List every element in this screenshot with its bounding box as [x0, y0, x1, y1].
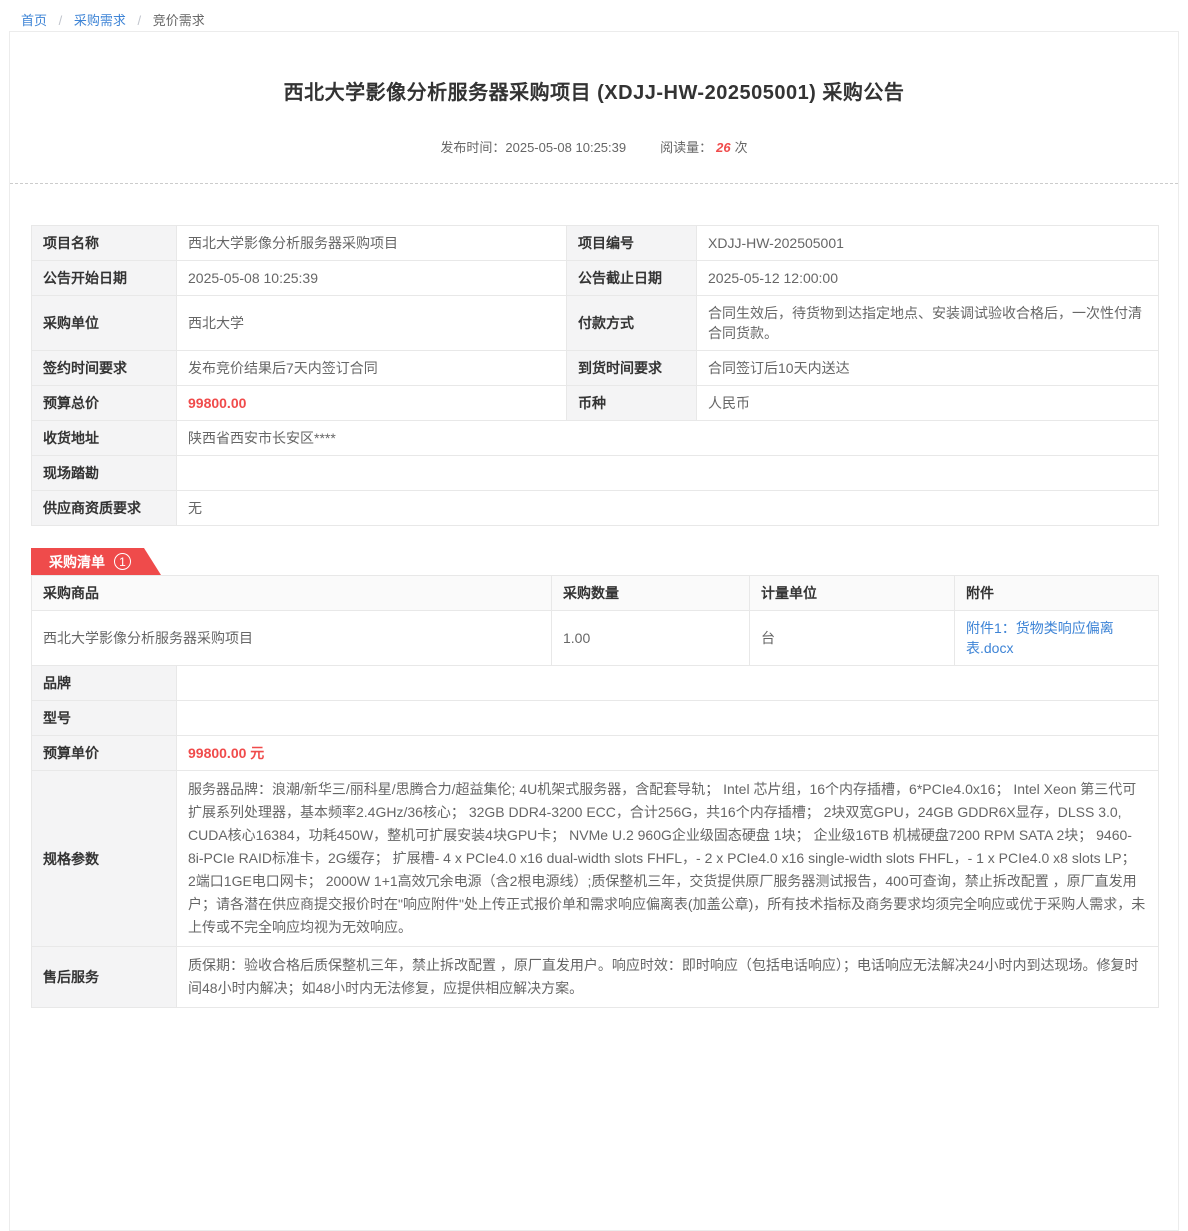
views-count: 26 [716, 140, 730, 155]
budget-total-value: 99800.00 [177, 386, 567, 421]
project-info-table: 项目名称 西北大学影像分析服务器采购项目 项目编号 XDJJ-HW-202505… [31, 225, 1159, 526]
field-label: 公告截止日期 [567, 261, 697, 296]
table-row: 采购单位 西北大学 付款方式 合同生效后，待货物到达指定地点、安装调试验收合格后… [32, 296, 1159, 351]
field-label: 预算单价 [32, 736, 177, 771]
table-row: 收货地址 陕西省西安市长安区**** [32, 421, 1159, 456]
field-label: 收货地址 [32, 421, 177, 456]
breadcrumb-link-home[interactable]: 首页 [21, 13, 47, 28]
announce-end-value: 2025-05-12 12:00:00 [697, 261, 1159, 296]
project-name-value: 西北大学影像分析服务器采购项目 [177, 226, 567, 261]
table-row: 规格参数 服务器品牌：浪潮/新华三/丽科星/思腾合力/超益集伦; 4U机架式服务… [32, 771, 1159, 947]
quantity-cell: 1.00 [552, 611, 750, 666]
attachment-download-link[interactable]: 附件1：货物类响应偏离表.docx [966, 620, 1114, 656]
column-header-product: 采购商品 [32, 576, 552, 611]
breadcrumb-current-page: 竞价需求 [153, 13, 205, 28]
field-label: 付款方式 [567, 296, 697, 351]
specification-value: 服务器品牌：浪潮/新华三/丽科星/思腾合力/超益集伦; 4U机架式服务器，含配套… [177, 771, 1159, 947]
field-label: 签约时间要求 [32, 351, 177, 386]
field-label: 币种 [567, 386, 697, 421]
field-label: 到货时间要求 [567, 351, 697, 386]
field-label: 采购单位 [32, 296, 177, 351]
purchase-list-table: 采购商品 采购数量 计量单位 附件 西北大学影像分析服务器采购项目 1.00 台… [31, 575, 1159, 666]
field-label: 预算总价 [32, 386, 177, 421]
purchase-list-count-badge: 1 [114, 553, 131, 570]
column-header-quantity: 采购数量 [552, 576, 750, 611]
after-sales-value: 质保期：验收合格后质保整机三年，禁止拆改配置 ，原厂直发用户。响应时效：即时响应… [177, 947, 1159, 1008]
attachment-cell: 附件1：货物类响应偏离表.docx [955, 611, 1159, 666]
product-detail-table: 品牌 型号 预算单价 99800.00 元 规格参数 服务器品牌：浪潮/新华三/… [31, 665, 1159, 1008]
views-label: 阅读量： [660, 140, 712, 155]
table-row: 项目名称 西北大学影像分析服务器采购项目 项目编号 XDJJ-HW-202505… [32, 226, 1159, 261]
table-row: 预算总价 99800.00 币种 人民币 [32, 386, 1159, 421]
table-row: 现场踏勘 [32, 456, 1159, 491]
field-label: 公告开始日期 [32, 261, 177, 296]
breadcrumb-separator: / [138, 13, 142, 28]
breadcrumb-link-procurement-demand[interactable]: 采购需求 [74, 13, 126, 28]
table-row: 型号 [32, 701, 1159, 736]
announcement-card: 西北大学影像分析服务器采购项目 (XDJJ-HW-202505001) 采购公告… [9, 31, 1179, 1231]
purchaser-value: 西北大学 [177, 296, 567, 351]
announce-start-value: 2025-05-08 10:25:39 [177, 261, 567, 296]
column-header-attachment: 附件 [955, 576, 1159, 611]
field-label: 型号 [32, 701, 177, 736]
product-name-cell: 西北大学影像分析服务器采购项目 [32, 611, 552, 666]
table-row: 预算单价 99800.00 元 [32, 736, 1159, 771]
project-number-value: XDJJ-HW-202505001 [697, 226, 1159, 261]
delivery-address-value: 陕西省西安市长安区**** [177, 421, 1159, 456]
page-title: 西北大学影像分析服务器采购项目 (XDJJ-HW-202505001) 采购公告 [10, 76, 1178, 105]
site-survey-value [177, 456, 1159, 491]
table-row: 供应商资质要求 无 [32, 491, 1159, 526]
breadcrumb: 首页 / 采购需求 / 竞价需求 [0, 0, 1188, 29]
currency-value: 人民币 [697, 386, 1159, 421]
breadcrumb-separator: / [59, 13, 63, 28]
purchase-list-badge-label: 采购清单 [49, 552, 105, 572]
column-header-unit: 计量单位 [750, 576, 955, 611]
publish-time-value: 2025-05-08 10:25:39 [505, 140, 626, 155]
model-value [177, 701, 1159, 736]
signing-time-value: 发布竞价结果后7天内签订合同 [177, 351, 567, 386]
field-label: 规格参数 [32, 771, 177, 947]
field-label: 品牌 [32, 666, 177, 701]
table-row: 西北大学影像分析服务器采购项目 1.00 台 附件1：货物类响应偏离表.docx [32, 611, 1159, 666]
field-label: 供应商资质要求 [32, 491, 177, 526]
table-header-row: 采购商品 采购数量 计量单位 附件 [32, 576, 1159, 611]
table-row: 公告开始日期 2025-05-08 10:25:39 公告截止日期 2025-0… [32, 261, 1159, 296]
field-label: 售后服务 [32, 947, 177, 1008]
delivery-time-value: 合同签订后10天内送达 [697, 351, 1159, 386]
meta-line: 发布时间：2025-05-08 10:25:39 阅读量： 26 次 [10, 137, 1178, 156]
field-label: 项目编号 [567, 226, 697, 261]
brand-value [177, 666, 1159, 701]
views-unit: 次 [735, 140, 748, 155]
field-label: 项目名称 [32, 226, 177, 261]
table-row: 售后服务 质保期：验收合格后质保整机三年，禁止拆改配置 ，原厂直发用户。响应时效… [32, 947, 1159, 1008]
unit-price-value: 99800.00 元 [177, 736, 1159, 771]
unit-cell: 台 [750, 611, 955, 666]
payment-method-value: 合同生效后，待货物到达指定地点、安装调试验收合格后，一次性付清合同货款。 [697, 296, 1159, 351]
table-row: 签约时间要求 发布竞价结果后7天内签订合同 到货时间要求 合同签订后10天内送达 [32, 351, 1159, 386]
field-label: 现场踏勘 [32, 456, 177, 491]
purchase-list-badge: 采购清单 1 [31, 548, 161, 575]
table-row: 品牌 [32, 666, 1159, 701]
supplier-qualification-value: 无 [177, 491, 1159, 526]
publish-time-label: 发布时间： [440, 140, 505, 155]
